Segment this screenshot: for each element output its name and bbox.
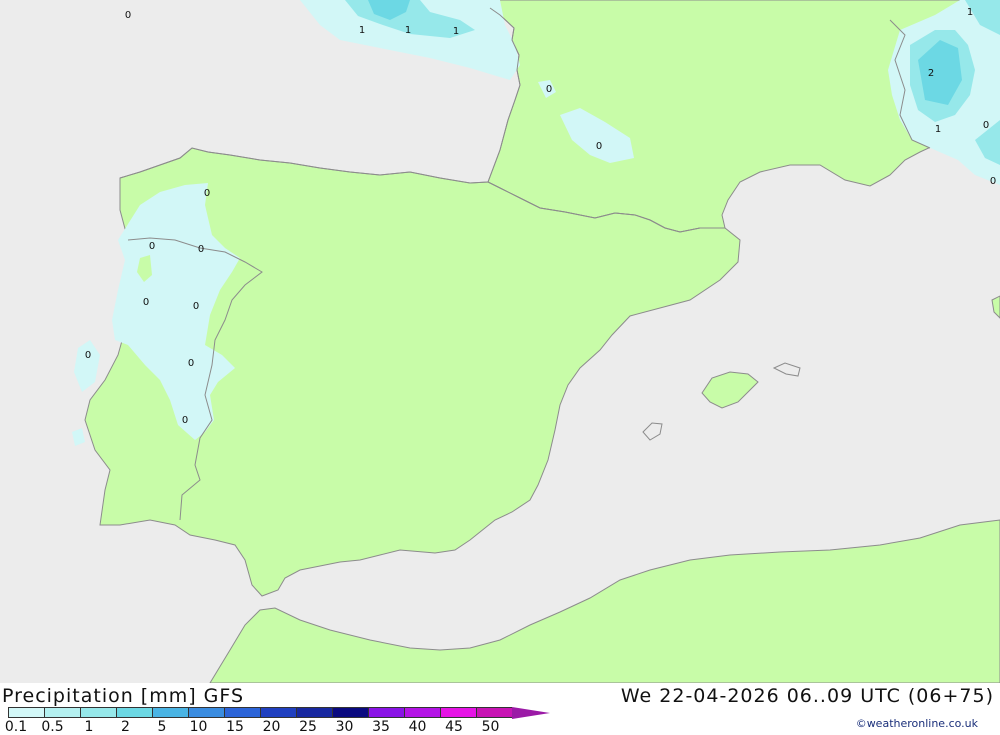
contour-label: 0: [204, 188, 210, 199]
legend-swatch: [44, 707, 80, 718]
contour-label: 0: [85, 350, 91, 361]
legend-arrow: [512, 707, 550, 719]
contour-label: 0: [188, 358, 194, 369]
contour-label: 1: [967, 7, 973, 18]
precipitation-map: 0 1 1 1 0 0 0 0 0 0 0 0 0 0 1 2 1 0 0: [0, 0, 1000, 683]
contour-label: 0: [990, 176, 996, 187]
legend-swatch: [116, 707, 152, 718]
legend-swatch: [188, 707, 224, 718]
map-canvas: 0 1 1 1 0 0 0 0 0 0 0 0 0 0 1 2 1 0 0: [0, 0, 1000, 683]
contour-label: 2: [928, 68, 934, 79]
site-credit[interactable]: ©weatheronline.co.uk: [856, 717, 978, 730]
legend-swatch: [476, 707, 512, 718]
legend-swatch: [296, 707, 332, 718]
contour-label: 0: [193, 301, 199, 312]
map-title: Precipitation [mm] GFS: [2, 685, 245, 707]
legend-swatch: [224, 707, 260, 718]
contour-label: 1: [453, 26, 459, 37]
color-scale-ticks: 0.1 0.5 1 2 5 10 15 20 25 30 35 40 45 50: [0, 719, 520, 735]
contour-label: 0: [149, 241, 155, 252]
contour-label: 0: [198, 244, 204, 255]
legend-swatch: [404, 707, 440, 718]
legend-footer: Precipitation [mm] GFS We 22-04-2026 06.…: [0, 683, 1000, 735]
legend-swatch: [440, 707, 476, 718]
forecast-datetime: We 22-04-2026 06..09 UTC (06+75): [620, 685, 994, 707]
legend-swatch: [368, 707, 404, 718]
contour-label: 0: [125, 10, 131, 21]
contour-label: 0: [546, 84, 552, 95]
contour-label: 1: [359, 25, 365, 36]
contour-label: 1: [935, 124, 941, 135]
legend-swatch: [332, 707, 368, 718]
legend-swatch: [260, 707, 296, 718]
contour-label: 0: [983, 120, 989, 131]
contour-label: 0: [143, 297, 149, 308]
legend-swatch: [152, 707, 188, 718]
contour-label: 0: [596, 141, 602, 152]
legend-swatch: [80, 707, 116, 718]
color-scale: [8, 707, 550, 719]
legend-swatch: [8, 707, 44, 718]
contour-label: 1: [405, 25, 411, 36]
contour-label: 0: [182, 415, 188, 426]
